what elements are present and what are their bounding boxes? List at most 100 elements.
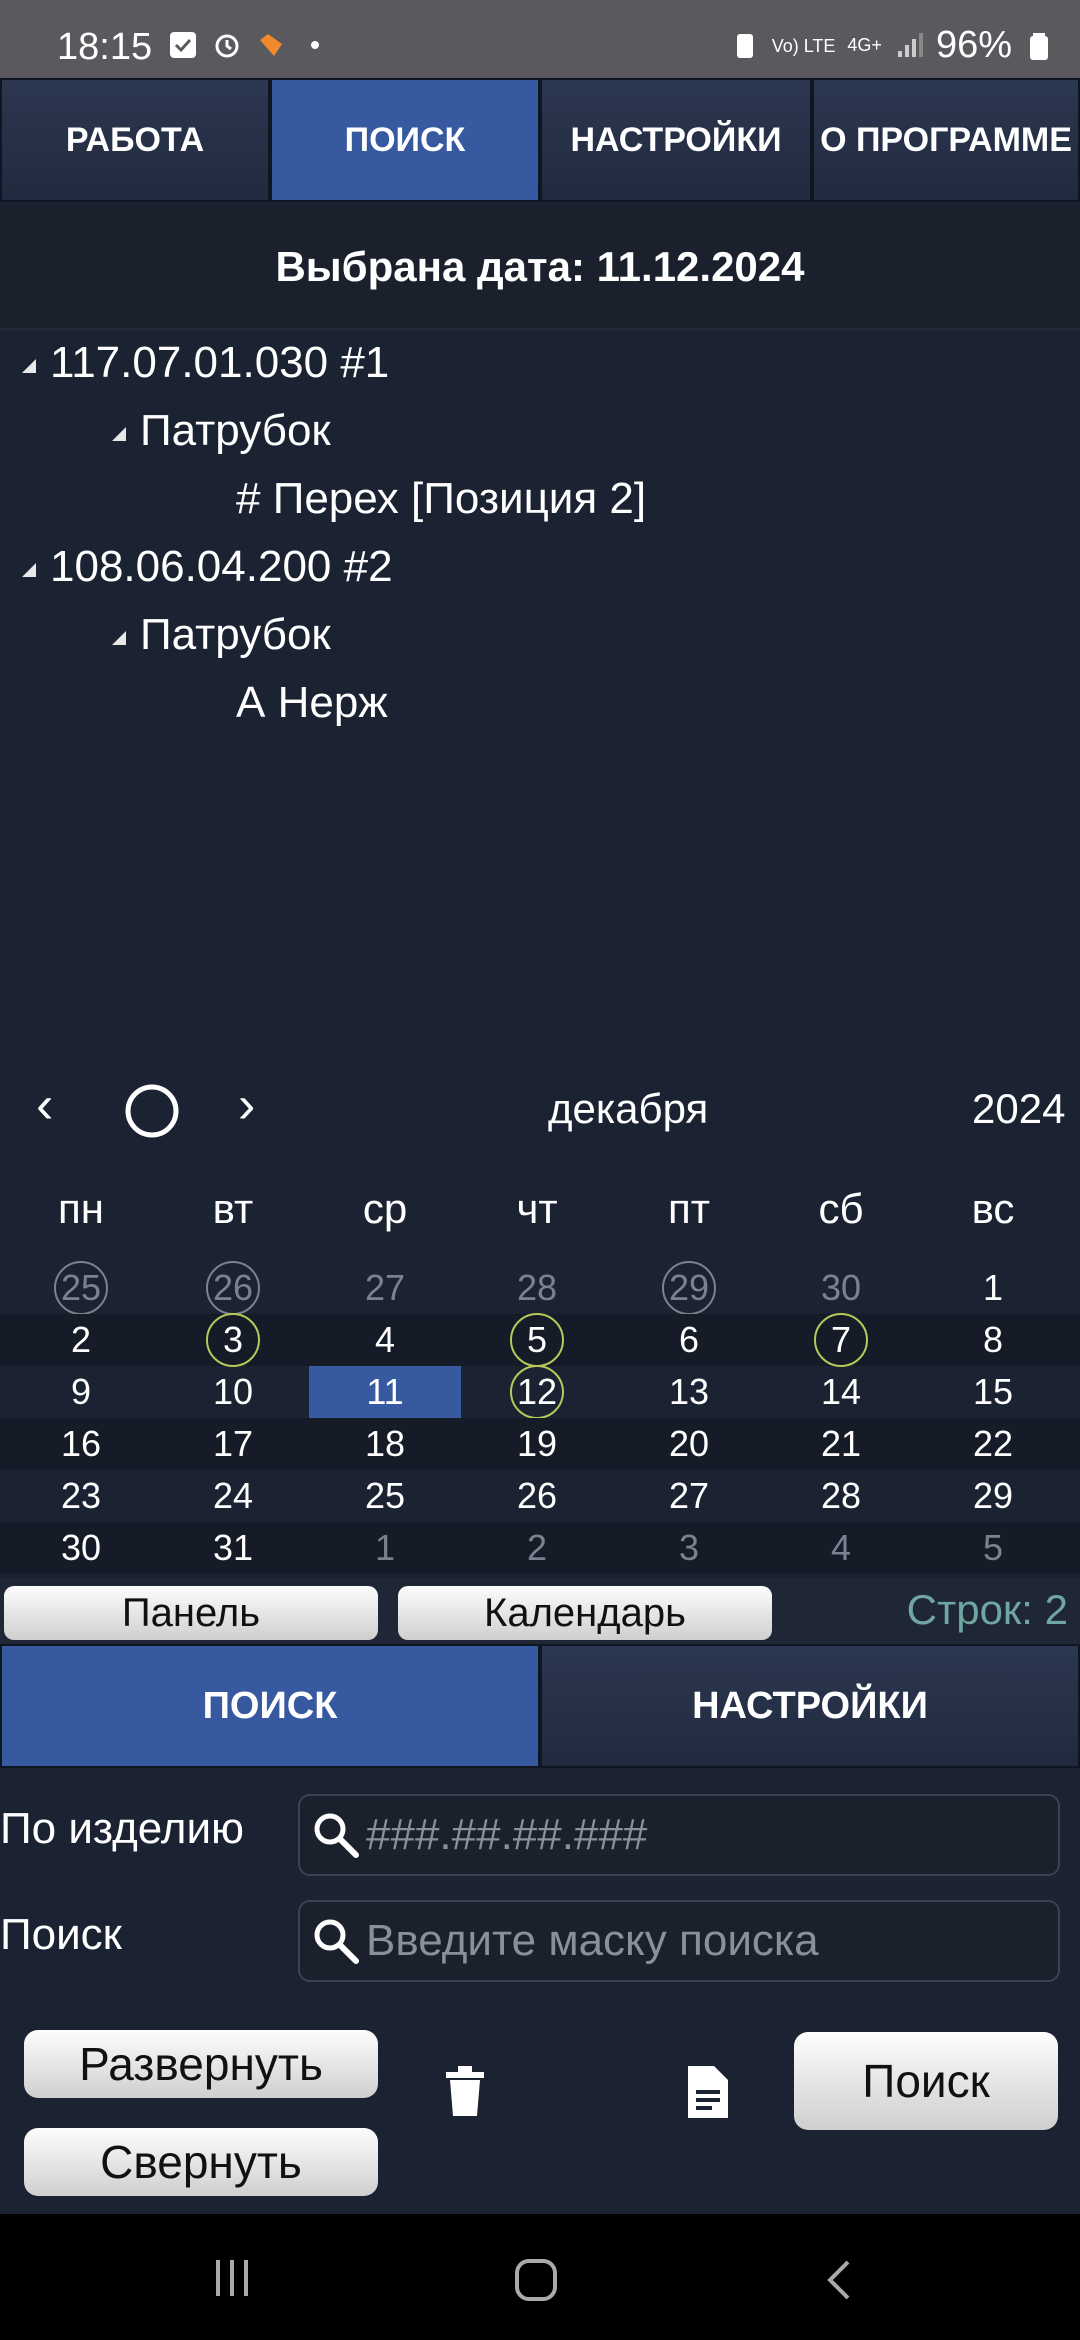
calendar-day[interactable]: 22 bbox=[917, 1418, 1069, 1470]
calendar-day[interactable]: 9 bbox=[5, 1366, 157, 1418]
rows-count: Строк: 2 bbox=[906, 1586, 1068, 1633]
calendar-day[interactable]: 13 bbox=[613, 1366, 765, 1418]
calendar-day[interactable]: 29 bbox=[613, 1261, 765, 1315]
calendar-day[interactable]: 21 bbox=[765, 1418, 917, 1470]
calendar-day[interactable]: 1 bbox=[917, 1262, 1069, 1314]
expand-button[interactable]: Развернуть bbox=[24, 2030, 378, 2098]
search-field[interactable] bbox=[298, 1900, 1060, 1982]
calendar-day-number: 4 bbox=[374, 1319, 396, 1360]
calendar-day[interactable]: 15 bbox=[917, 1366, 1069, 1418]
product-label: По изделию bbox=[0, 1804, 245, 1853]
battery-saver-icon bbox=[736, 33, 753, 58]
calendar-day-number: 2 bbox=[70, 1319, 92, 1360]
calendar-day[interactable]: 2 bbox=[461, 1522, 613, 1574]
calendar-day[interactable]: 17 bbox=[157, 1418, 309, 1470]
calendar-day-number: 30 bbox=[820, 1267, 862, 1308]
weekday-label: вт bbox=[212, 1185, 254, 1232]
calendar-month[interactable]: декабря bbox=[548, 1085, 708, 1133]
calendar-day[interactable]: 4 bbox=[765, 1522, 917, 1574]
calendar-day[interactable]: 24 bbox=[157, 1470, 309, 1522]
product-field[interactable] bbox=[298, 1794, 1060, 1876]
panel-button[interactable]: Панель bbox=[4, 1586, 378, 1640]
tree-node-part[interactable]: Патрубок bbox=[108, 406, 331, 456]
calendar-day[interactable]: 27 bbox=[309, 1262, 461, 1314]
calendar-day[interactable]: 5 bbox=[917, 1522, 1069, 1574]
tree-node-product[interactable]: 117.07.01.030 #1 bbox=[18, 338, 389, 388]
calendar-day[interactable]: 25 bbox=[309, 1470, 461, 1522]
expanded-triangle-icon bbox=[22, 563, 36, 578]
calendar-day[interactable]: 30 bbox=[5, 1522, 157, 1574]
tree-node-leaf[interactable]: А Нерж bbox=[236, 678, 388, 728]
today-circle-icon[interactable] bbox=[124, 1083, 180, 1139]
calendar-day-number: 18 bbox=[364, 1423, 406, 1464]
calendar-day[interactable]: 8 bbox=[917, 1314, 1069, 1366]
tab-search-lower[interactable]: ПОИСК bbox=[0, 1644, 540, 1768]
recent-apps-icon[interactable] bbox=[212, 2258, 252, 2298]
calendar-day[interactable]: 3 bbox=[613, 1522, 765, 1574]
tab-search[interactable]: ПОИСК bbox=[270, 78, 540, 202]
calendar-day-number: 10 bbox=[212, 1371, 254, 1412]
trash-icon[interactable] bbox=[444, 2066, 486, 2118]
calendar-day-number: 13 bbox=[668, 1371, 710, 1412]
calendar-day[interactable]: 10 bbox=[157, 1366, 309, 1418]
calendar-day[interactable]: 7 bbox=[765, 1313, 917, 1367]
prev-month-button[interactable]: ‹ bbox=[36, 1075, 53, 1135]
calendar-day-number: 25 bbox=[60, 1267, 102, 1308]
calendar-day-number: 29 bbox=[972, 1475, 1014, 1516]
calendar-day-number: 1 bbox=[374, 1527, 396, 1568]
calendar-year[interactable]: 2024 bbox=[972, 1085, 1065, 1133]
calendar-day-number: 7 bbox=[830, 1319, 852, 1360]
calendar-day[interactable]: 6 bbox=[613, 1314, 765, 1366]
calendar-day[interactable]: 31 bbox=[157, 1522, 309, 1574]
calendar-day[interactable]: 3 bbox=[157, 1313, 309, 1367]
app-notification-icon bbox=[260, 34, 282, 56]
tab-settings[interactable]: НАСТРОЙКИ bbox=[540, 78, 812, 202]
next-month-button[interactable]: › bbox=[238, 1075, 255, 1135]
calendar-day[interactable]: 4 bbox=[309, 1314, 461, 1366]
calendar-day[interactable]: 16 bbox=[5, 1418, 157, 1470]
calendar-day[interactable]: 28 bbox=[765, 1470, 917, 1522]
calendar-day[interactable]: 1 bbox=[309, 1522, 461, 1574]
expanded-triangle-icon bbox=[112, 631, 126, 646]
calendar-day-number: 24 bbox=[212, 1475, 254, 1516]
calendar-day-number: 2 bbox=[526, 1527, 548, 1568]
calendar-day[interactable]: 27 bbox=[613, 1470, 765, 1522]
battery-icon bbox=[1030, 32, 1048, 60]
product-input[interactable] bbox=[366, 1810, 1058, 1860]
calendar-day[interactable]: 28 bbox=[461, 1262, 613, 1314]
home-icon[interactable] bbox=[514, 2258, 558, 2302]
calendar-day-number: 4 bbox=[830, 1527, 852, 1568]
calendar-button[interactable]: Календарь bbox=[398, 1586, 772, 1640]
tree-node-leaf[interactable]: # Перех [Позиция 2] bbox=[236, 474, 646, 524]
document-icon[interactable] bbox=[686, 2064, 730, 2120]
search-label: Поиск bbox=[0, 1910, 122, 1959]
calendar-day-number: 22 bbox=[972, 1423, 1014, 1464]
calendar-day[interactable]: 20 bbox=[613, 1418, 765, 1470]
calendar-day[interactable]: 19 bbox=[461, 1418, 613, 1470]
calendar-day[interactable]: 30 bbox=[765, 1262, 917, 1314]
search-button[interactable]: Поиск bbox=[794, 2032, 1058, 2130]
tree-node-product[interactable]: 108.06.04.200 #2 bbox=[18, 542, 393, 592]
tab-work[interactable]: РАБОТА bbox=[0, 78, 270, 202]
back-icon[interactable] bbox=[822, 2258, 858, 2302]
calendar-day[interactable]: 25 bbox=[5, 1261, 157, 1315]
volte-indicator: Vo) LTE bbox=[771, 35, 836, 56]
calendar-day[interactable]: 26 bbox=[157, 1261, 309, 1315]
weekday-label: вс bbox=[971, 1185, 1015, 1232]
calendar-day-number: 3 bbox=[678, 1527, 700, 1568]
calendar-day[interactable]: 2 bbox=[5, 1314, 157, 1366]
calendar-day[interactable]: 18 bbox=[309, 1418, 461, 1470]
tree-node-part[interactable]: Патрубок bbox=[108, 610, 331, 660]
search-input[interactable] bbox=[366, 1916, 1058, 1966]
collapse-button[interactable]: Свернуть bbox=[24, 2128, 378, 2196]
tab-about[interactable]: О ПРОГРАММЕ bbox=[812, 78, 1080, 202]
calendar-day[interactable]: 23 bbox=[5, 1470, 157, 1522]
tab-settings-lower[interactable]: НАСТРОЙКИ bbox=[540, 1644, 1080, 1768]
calendar-day[interactable]: 5 bbox=[461, 1313, 613, 1367]
weekday-label: пт bbox=[668, 1185, 710, 1232]
calendar-day[interactable]: 26 bbox=[461, 1470, 613, 1522]
calendar-day[interactable]: 12 bbox=[461, 1365, 613, 1419]
calendar-day[interactable]: 11 bbox=[309, 1366, 461, 1418]
calendar-day[interactable]: 29 bbox=[917, 1470, 1069, 1522]
calendar-day[interactable]: 14 bbox=[765, 1366, 917, 1418]
